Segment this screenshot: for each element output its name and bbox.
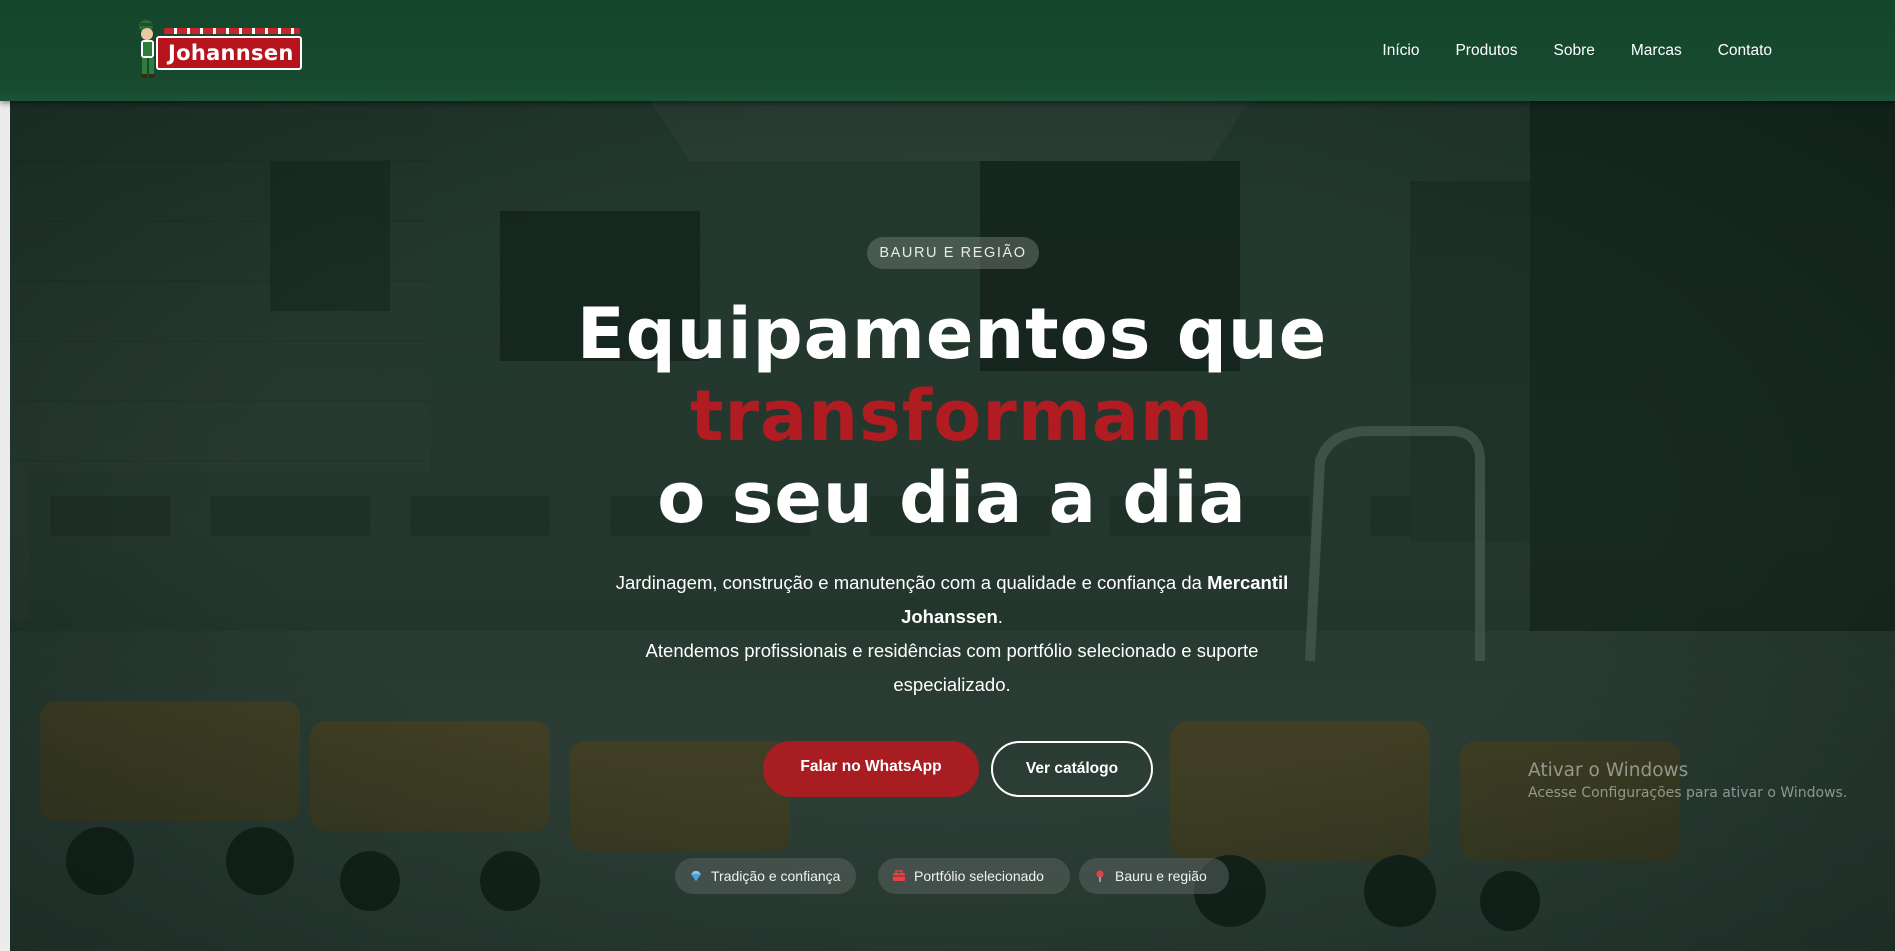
description-line-2: Atendemos profissionais e residências co… <box>645 640 1259 695</box>
headline-line-3: o seu dia a dia <box>657 457 1247 539</box>
windows-activation-watermark: Ativar o Windows Acesse Configurações pa… <box>1528 759 1847 803</box>
pill-label: Portfólio selecionado <box>914 868 1044 884</box>
logo-strip <box>164 28 300 34</box>
site-header: Johannsen Início Produtos Sobre Marcas C… <box>0 0 1895 101</box>
description-part-1: Jardinagem, construção e manutenção com … <box>615 572 1208 593</box>
page: Johannsen Início Produtos Sobre Marcas C… <box>0 0 1895 951</box>
pill-label: Bauru e região <box>1115 868 1207 884</box>
feature-pill-regiao: Bauru e região <box>1079 858 1229 894</box>
nav-link-inicio[interactable]: Início <box>1382 42 1419 60</box>
brand-logo[interactable]: Johannsen <box>134 16 302 82</box>
feature-pill-portfolio: Portfólio selecionado <box>878 858 1070 894</box>
pin-icon <box>1096 870 1104 882</box>
watermark-subtitle: Acesse Configurações para ativar o Windo… <box>1528 785 1848 801</box>
catalog-button[interactable]: Ver catálogo <box>991 741 1153 797</box>
page-left-edge <box>0 101 10 951</box>
pill-label: Tradição e confiança <box>711 868 841 884</box>
description-part-2: . <box>997 606 1003 627</box>
watermark-title: Ativar o Windows <box>1528 760 1689 781</box>
nav-link-marcas[interactable]: Marcas <box>1631 42 1682 60</box>
region-badge: BAURU E REGIÃO <box>867 237 1039 269</box>
main-nav: Início Produtos Sobre Marcas Contato <box>1382 0 1772 101</box>
feature-pill-tradicao: Tradição e confiança <box>675 858 856 894</box>
toolbox-icon <box>893 870 905 881</box>
hero-section: BAURU E REGIÃO Equipamentos que transfor… <box>10 101 1895 951</box>
nav-link-contato[interactable]: Contato <box>1718 42 1772 60</box>
hero-description: Jardinagem, construção e manutenção com … <box>592 566 1312 702</box>
diamond-icon <box>691 871 701 881</box>
whatsapp-button[interactable]: Falar no WhatsApp <box>763 741 979 797</box>
hero-headline: Equipamentos que transformam o seu dia a… <box>452 293 1452 539</box>
headline-line-1: Equipamentos que <box>576 293 1328 375</box>
nav-link-produtos[interactable]: Produtos <box>1455 42 1517 60</box>
hero-content: BAURU E REGIÃO Equipamentos que transfor… <box>10 101 1895 951</box>
headline-accent: transformam <box>690 375 1214 457</box>
nav-link-sobre[interactable]: Sobre <box>1554 42 1595 60</box>
logo-text: Johannsen <box>156 36 302 70</box>
